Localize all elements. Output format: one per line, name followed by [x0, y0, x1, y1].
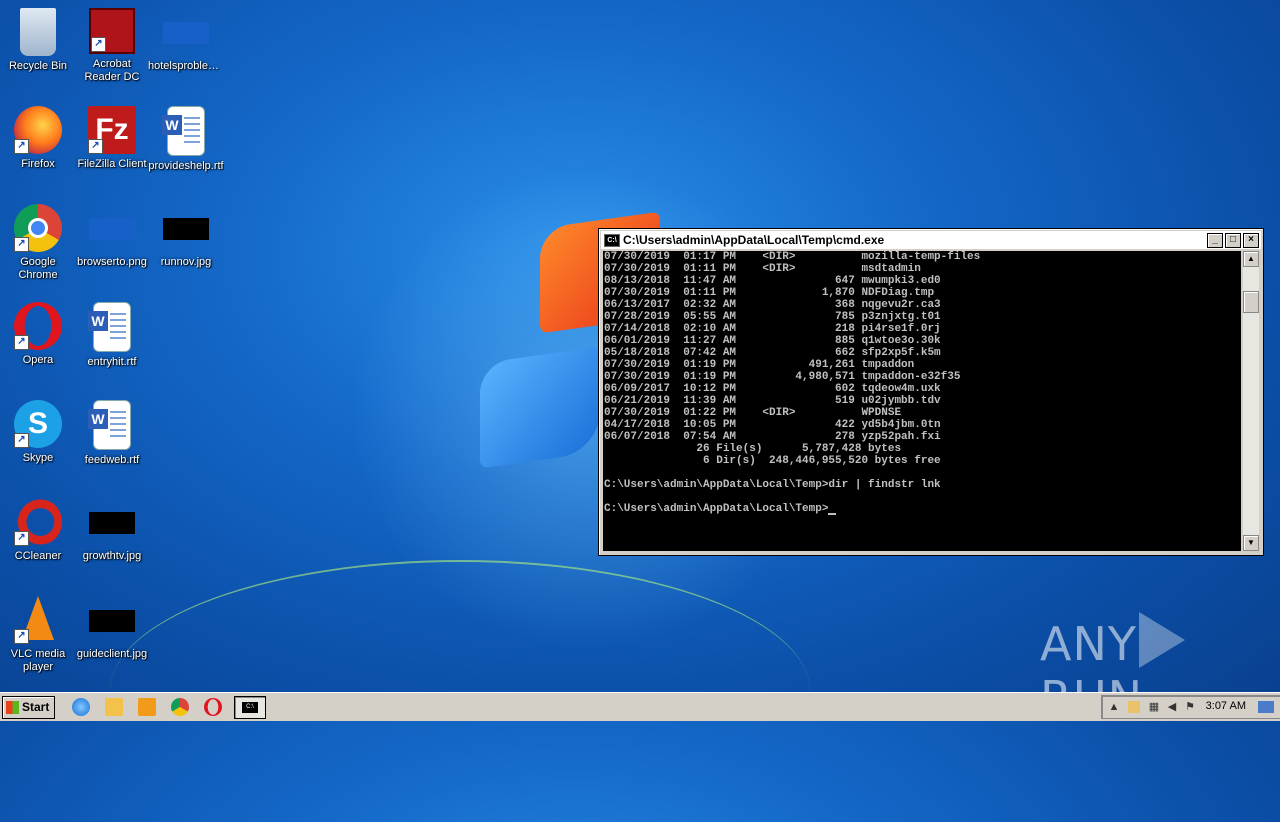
shortcut-arrow-icon: ↗ — [14, 629, 29, 644]
cmd-console[interactable]: 07/30/2019 01:17 PM <DIR> mozilla-temp-f… — [603, 251, 1241, 551]
play-icon — [1138, 612, 1185, 668]
windows-flag-icon — [6, 701, 19, 714]
cmd-window-title: C:\Users\admin\AppData\Local\Temp\cmd.ex… — [623, 233, 885, 247]
taskbar-cmd-button[interactable]: C:\ — [234, 696, 266, 719]
cmd-window-icon: C:\ — [604, 234, 620, 247]
icon-label: hotelsproblem.png — [148, 60, 224, 72]
word-document-icon: W — [162, 106, 205, 156]
clock[interactable]: 3:07 AM — [1206, 700, 1246, 712]
shortcut-arrow-icon: ↗ — [88, 139, 103, 154]
scrollbar-thumb[interactable] — [1243, 291, 1259, 313]
icon-label: Google Chrome — [18, 256, 58, 281]
flag-icon[interactable]: ⚑ — [1184, 701, 1196, 713]
filezilla-icon: Fz ↗ — [88, 106, 136, 154]
media-player-icon[interactable] — [138, 698, 156, 716]
icon-label: growthtv.jpg — [82, 550, 142, 562]
icon-label: Opera — [22, 354, 54, 366]
shortcut-arrow-icon: ↗ — [14, 335, 29, 350]
ccleaner-icon: ↗ — [14, 498, 62, 546]
image-thumbnail-icon — [89, 512, 135, 534]
desktop-icon-acrobat[interactable]: ↗ Acrobat Reader DC — [74, 8, 150, 84]
shortcut-arrow-icon: ↗ — [14, 531, 29, 546]
watermark-left-text: ANY — [1040, 617, 1137, 671]
desktop-icon-opera[interactable]: ↗ Opera — [0, 302, 76, 367]
desktop-icon-guideclient[interactable]: guideclient.jpg — [74, 596, 150, 661]
icon-label: VLC media player — [10, 648, 66, 673]
desktop-icon-feedweb[interactable]: W feedweb.rtf — [74, 400, 150, 467]
chrome-taskbar-icon[interactable] — [171, 698, 189, 716]
desktop-icon-runnov[interactable]: runnov.jpg — [148, 204, 224, 269]
vertical-scrollbar[interactable]: ▲ ▼ — [1243, 251, 1259, 551]
vlc-cone-icon: ↗ — [14, 596, 62, 644]
icon-label: runnov.jpg — [160, 256, 212, 268]
icon-label: CCleaner — [14, 550, 62, 562]
start-button[interactable]: Start — [2, 696, 55, 719]
desktop-icon-entryhit[interactable]: W entryhit.rtf — [74, 302, 150, 369]
console-cursor — [828, 513, 837, 515]
shortcut-arrow-icon: ↗ — [91, 37, 106, 52]
internet-explorer-icon[interactable] — [72, 698, 90, 716]
icon-label: browserto.png — [77, 256, 147, 268]
shortcut-arrow-icon: ↗ — [14, 237, 29, 252]
tray-expand-arrow-icon[interactable]: ▲ — [1108, 701, 1120, 713]
image-thumbnail-icon — [89, 610, 135, 632]
close-button[interactable]: × — [1243, 233, 1259, 248]
chrome-icon: ↗ — [14, 204, 62, 252]
desktop-icon-filezilla[interactable]: Fz ↗ FileZilla Client — [74, 106, 150, 171]
firefox-icon: ↗ — [14, 106, 62, 154]
cmd-title-bar[interactable]: C:\ C:\Users\admin\AppData\Local\Temp\cm… — [601, 231, 1261, 249]
desktop-icon-chrome[interactable]: ↗ Google Chrome — [0, 204, 76, 282]
icon-label: feedweb.rtf — [84, 454, 140, 466]
desktop-icon-browserto[interactable]: browserto.png — [74, 204, 150, 269]
opera-icon: ↗ — [14, 302, 62, 350]
icon-label: Skype — [22, 452, 54, 464]
desktop-icon-ccleaner[interactable]: ↗ CCleaner — [0, 498, 76, 563]
folder-icon[interactable] — [105, 698, 123, 716]
cmd-window[interactable]: C:\ C:\Users\admin\AppData\Local\Temp\cm… — [598, 228, 1264, 556]
image-thumbnail-icon — [89, 218, 135, 240]
icon-label: Firefox — [21, 158, 55, 170]
cmd-taskbar-icon: C:\ — [242, 702, 258, 713]
image-thumbnail-icon — [163, 22, 209, 44]
opera-taskbar-icon[interactable] — [204, 698, 222, 716]
maximize-button[interactable]: □ — [1225, 233, 1241, 248]
minimize-button[interactable]: _ — [1207, 233, 1223, 248]
network-icon[interactable]: ▦ — [1148, 701, 1160, 713]
scroll-down-arrow-icon[interactable]: ▼ — [1243, 535, 1259, 551]
shortcut-arrow-icon: ↗ — [14, 139, 29, 154]
show-desktop-icon[interactable] — [1258, 701, 1274, 713]
desktop-icon-provideshelp[interactable]: W provideshelp.rtf — [148, 106, 224, 173]
desktop-icon-growthtv[interactable]: growthtv.jpg — [74, 498, 150, 563]
desktop-icon-hotelsproblem[interactable]: hotelsproblem.png — [148, 8, 224, 73]
icon-label: guideclient.jpg — [76, 648, 148, 660]
console-output: 07/30/2019 01:17 PM <DIR> mozilla-temp-f… — [603, 251, 1241, 515]
desktop-icon-firefox[interactable]: ↗ Firefox — [0, 106, 76, 171]
console-text: 07/30/2019 01:17 PM <DIR> mozilla-temp-f… — [604, 251, 981, 515]
window-controls: _ □ × — [1205, 233, 1259, 251]
desktop-icon-skype[interactable]: S ↗ Skype — [0, 400, 76, 465]
system-tray: ▲ ▦ ◀ ⚑ 3:07 AM — [1101, 695, 1280, 719]
shortcut-arrow-icon: ↗ — [14, 433, 29, 448]
icon-label: Acrobat Reader DC — [84, 58, 140, 83]
icon-label: entryhit.rtf — [87, 356, 137, 368]
desktop-icon-recycle-bin[interactable]: Recycle Bin — [0, 8, 76, 73]
skype-icon: S ↗ — [14, 400, 62, 448]
volume-icon[interactable]: ◀ — [1166, 701, 1178, 713]
image-thumbnail-icon — [163, 218, 209, 240]
recycle-bin-icon — [20, 8, 56, 56]
action-center-icon[interactable] — [1128, 701, 1140, 713]
wallpaper-swoosh — [110, 560, 810, 822]
word-document-icon: W — [88, 400, 131, 450]
icon-label: FileZilla Client — [77, 158, 147, 170]
start-label: Start — [22, 700, 50, 714]
icon-label: Recycle Bin — [8, 60, 68, 72]
taskbar: Start C:\ ▲ ▦ ◀ ⚑ 3:07 AM — [0, 692, 1280, 721]
desktop-icon-vlc[interactable]: ↗ VLC media player — [0, 596, 76, 674]
scroll-up-arrow-icon[interactable]: ▲ — [1243, 251, 1259, 267]
icon-label: provideshelp.rtf — [148, 160, 224, 172]
acrobat-icon: ↗ — [89, 8, 135, 54]
word-document-icon: W — [88, 302, 131, 352]
